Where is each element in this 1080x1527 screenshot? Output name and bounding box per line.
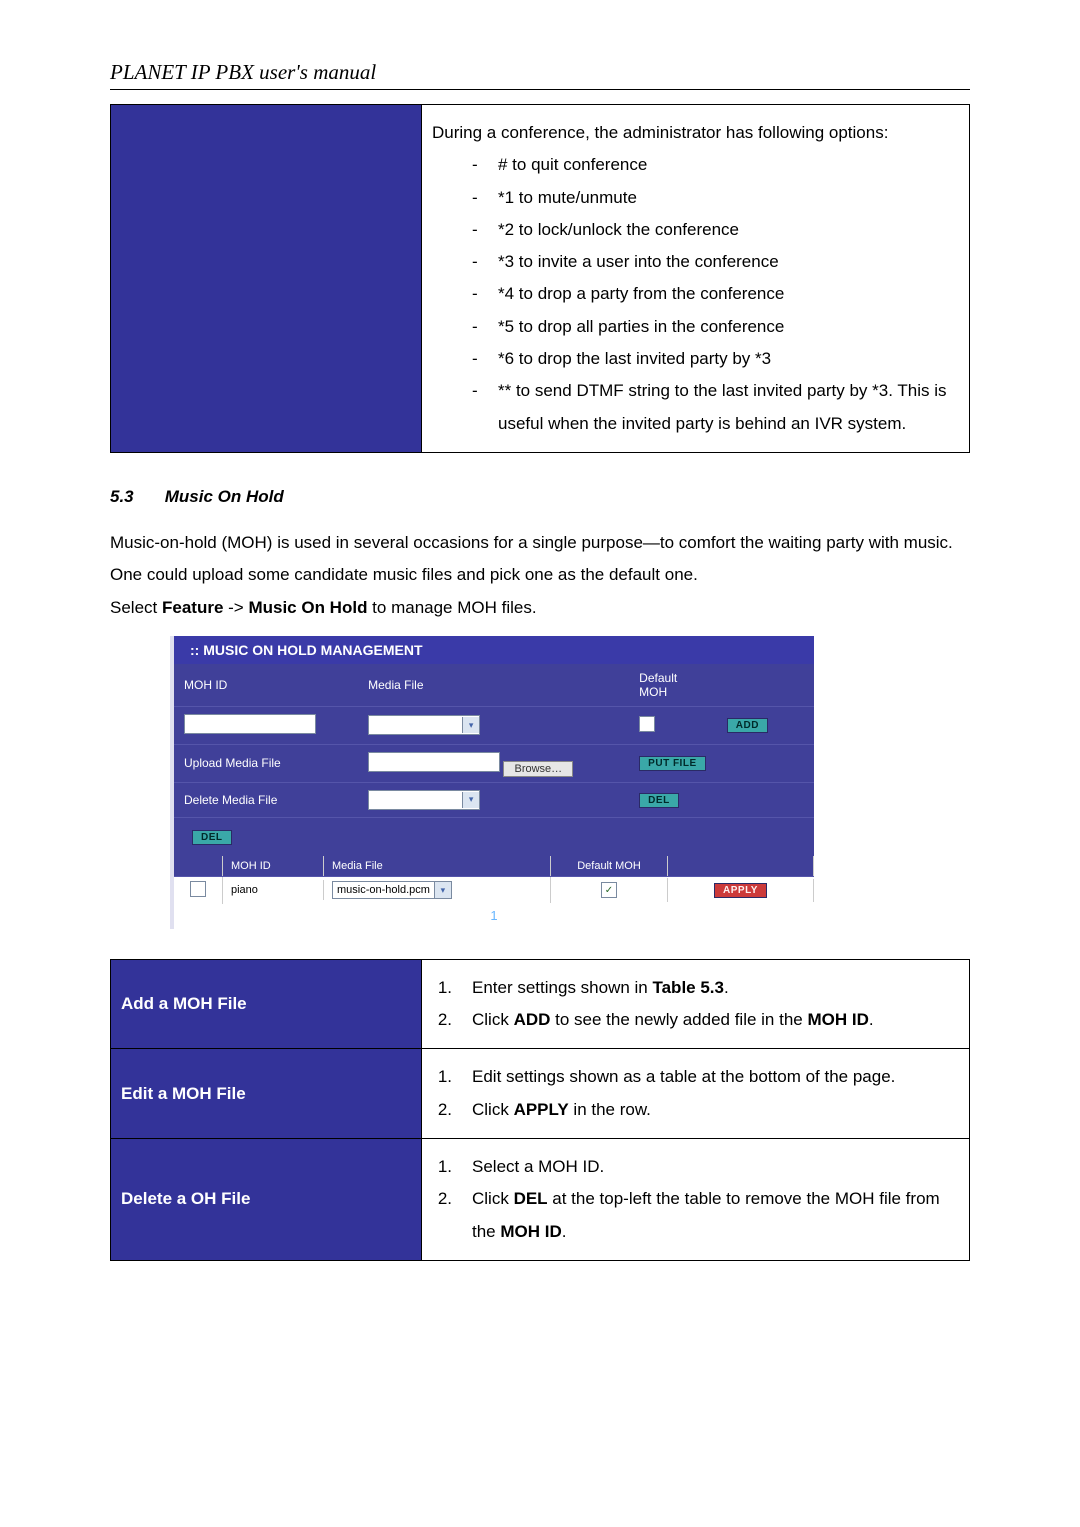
- conf-right-cell: During a conference, the administrator h…: [422, 105, 970, 453]
- media-file-select[interactable]: ▾: [368, 715, 480, 735]
- dash-icon: -: [472, 375, 482, 440]
- table-row: piano music-on-hold.pcm ▾ ✓ APPLY: [174, 877, 814, 904]
- section-number: 5.3: [110, 487, 160, 507]
- th-mohid: MOH ID: [223, 856, 324, 876]
- feature-bold: Feature: [162, 598, 223, 617]
- col-default-label: Default MOH: [629, 669, 717, 701]
- step-text: Enter settings shown in Table 5.3.: [472, 972, 729, 1004]
- panel-title: :: MUSIC ON HOLD MANAGEMENT: [174, 636, 814, 664]
- step-num: 2.: [432, 1004, 452, 1036]
- conf-item: *3 to invite a user into the conference: [498, 246, 779, 278]
- moh-list-table: MOH ID Media File Default MOH piano musi…: [174, 856, 814, 929]
- step-text: Click APPLY in the row.: [472, 1094, 651, 1126]
- step-num: 1.: [432, 972, 452, 1004]
- delete-label: Delete Media File: [174, 791, 358, 809]
- chevron-down-icon: ▾: [462, 717, 479, 733]
- conf-item: *5 to drop all parties in the conference: [498, 311, 784, 343]
- conf-item: # to quit conference: [498, 149, 647, 181]
- conf-left-cell: [111, 105, 422, 453]
- step-text: Select a MOH ID.: [472, 1151, 604, 1183]
- dash-icon: -: [472, 149, 482, 181]
- conference-options-table: During a conference, the administrator h…: [110, 104, 970, 453]
- row-default-checkbox[interactable]: ✓: [601, 882, 617, 898]
- conf-intro: During a conference, the administrator h…: [432, 117, 959, 149]
- step-text: Edit settings shown as a table at the bo…: [472, 1061, 895, 1093]
- del-row-button[interactable]: DEL: [192, 830, 232, 845]
- moh-bold: Music On Hold: [248, 598, 367, 617]
- del-media-button[interactable]: DEL: [639, 793, 679, 808]
- apply-button[interactable]: APPLY: [714, 883, 767, 898]
- step-num: 2.: [432, 1094, 452, 1126]
- procedure-table: Add a MOH File 1. Enter settings shown i…: [110, 959, 970, 1261]
- step-num: 2.: [432, 1183, 452, 1248]
- add-button[interactable]: ADD: [727, 718, 768, 733]
- row-media-select[interactable]: music-on-hold.pcm ▾: [332, 881, 452, 899]
- chevron-down-icon: ▾: [462, 792, 479, 808]
- chevron-down-icon: ▾: [434, 882, 451, 898]
- dash-icon: -: [472, 214, 482, 246]
- row-checkbox[interactable]: [190, 881, 206, 897]
- conf-item: *6 to drop the last invited party by *3: [498, 343, 771, 375]
- text: ->: [223, 598, 248, 617]
- section-title: Music On Hold: [165, 487, 284, 506]
- moh-paragraph-2: Select Feature -> Music On Hold to manag…: [110, 592, 970, 624]
- conf-item: ** to send DTMF string to the last invit…: [498, 375, 959, 440]
- upload-label: Upload Media File: [174, 754, 358, 772]
- step-num: 1.: [432, 1151, 452, 1183]
- proc-steps: 1. Select a MOH ID. 2. Click DEL at the …: [422, 1139, 970, 1261]
- text: Select: [110, 598, 162, 617]
- moh-management-screenshot: :: MUSIC ON HOLD MANAGEMENT MOH ID Media…: [170, 636, 814, 929]
- proc-steps: 1. Edit settings shown as a table at the…: [422, 1049, 970, 1139]
- row-mohid: piano: [223, 880, 324, 900]
- step-num: 1.: [432, 1061, 452, 1093]
- col-mohid-label: MOH ID: [174, 676, 358, 694]
- proc-label: Add a MOH File: [111, 959, 422, 1049]
- conf-item: *4 to drop a party from the conference: [498, 278, 784, 310]
- col-media-label: Media File: [358, 676, 629, 694]
- step-text: Click ADD to see the newly added file in…: [472, 1004, 874, 1036]
- dash-icon: -: [472, 278, 482, 310]
- upload-path-input[interactable]: [368, 752, 500, 772]
- dash-icon: -: [472, 182, 482, 214]
- dash-icon: -: [472, 343, 482, 375]
- browse-button[interactable]: Browse…: [503, 761, 573, 777]
- dash-icon: -: [472, 311, 482, 343]
- put-file-button[interactable]: PUT FILE: [639, 756, 705, 771]
- section-heading: 5.3 Music On Hold: [110, 487, 970, 507]
- conf-item: *1 to mute/unmute: [498, 182, 637, 214]
- proc-label: Delete a OH File: [111, 1139, 422, 1261]
- th-media: Media File: [324, 856, 551, 876]
- row-media-value: music-on-hold.pcm: [337, 884, 430, 896]
- default-moh-checkbox[interactable]: [639, 716, 655, 732]
- step-text: Click DEL at the top-left the table to r…: [472, 1183, 959, 1248]
- header-rule: [110, 89, 970, 90]
- conf-item: *2 to lock/unlock the conference: [498, 214, 739, 246]
- pager[interactable]: 1: [174, 904, 814, 929]
- proc-label: Edit a MOH File: [111, 1049, 422, 1139]
- delete-media-select[interactable]: ▾: [368, 790, 480, 810]
- page-header: PLANET IP PBX user's manual: [110, 60, 970, 85]
- proc-steps: 1. Enter settings shown in Table 5.3. 2.…: [422, 959, 970, 1049]
- mohid-input[interactable]: [184, 714, 316, 734]
- th-default: Default MOH: [551, 856, 668, 876]
- moh-paragraph-1: Music-on-hold (MOH) is used in several o…: [110, 527, 970, 592]
- dash-icon: -: [472, 246, 482, 278]
- text: to manage MOH files.: [367, 598, 536, 617]
